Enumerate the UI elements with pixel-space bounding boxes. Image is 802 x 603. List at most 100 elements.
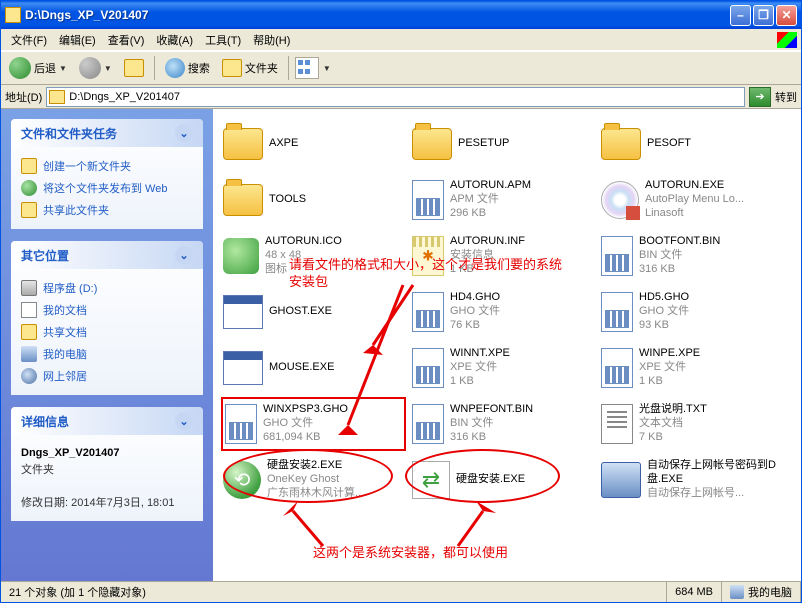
file-name: 自动保存上网帐号密码到D盘.EXE	[647, 459, 782, 487]
file-name: AUTORUN.EXE	[645, 179, 744, 193]
details-modified-label: 修改日期:	[21, 497, 68, 509]
file-item[interactable]: 自动保存上网帐号密码到D盘.EXE 自动保存上网帐号...	[599, 453, 784, 507]
search-button[interactable]: 搜索	[161, 56, 214, 80]
file-item[interactable]: HD5.GHO GHO 文件 93 KB	[599, 285, 784, 339]
file-item[interactable]: AUTORUN.INF 安装信息 1 KB	[410, 229, 595, 283]
sidebar-place-item[interactable]: 程序盘 (D:)	[21, 277, 193, 299]
chevron-down-icon[interactable]: ▼	[323, 64, 331, 73]
file-meta: 自动保存上网帐号...	[647, 487, 782, 501]
file-name: AUTORUN.ICO	[265, 235, 342, 249]
file-meta: 图标	[265, 263, 342, 277]
file-name: AXPE	[269, 137, 298, 151]
address-field[interactable]: D:\Dngs_XP_V201407	[46, 87, 745, 107]
menu-help[interactable]: 帮助(H)	[247, 30, 296, 50]
sidebar-place-item[interactable]: 我的电脑	[21, 343, 193, 365]
go-label[interactable]: 转到	[775, 89, 797, 105]
collapse-icon[interactable]: ⌄	[175, 124, 193, 142]
file-text: HD5.GHO GHO 文件 93 KB	[639, 291, 689, 332]
statusbar: 21 个对象 (加 1 个隐藏对象) 684 MB 我的电脑	[1, 581, 801, 602]
file-text: AUTORUN.APM APM 文件 296 KB	[450, 179, 531, 220]
file-item[interactable]: AUTORUN.ICO 48 x 48 图标	[221, 229, 406, 283]
file-item[interactable]: AXPE	[221, 117, 406, 171]
file-item[interactable]: WINXPSP3.GHO GHO 文件 681,094 KB	[221, 397, 406, 451]
titlebar[interactable]: D:\Dngs_XP_V201407 – ❐ ✕	[1, 1, 801, 29]
other-header[interactable]: 其它位置⌄	[11, 241, 203, 269]
file-item[interactable]: TOOLS	[221, 173, 406, 227]
file-icon	[223, 351, 263, 385]
close-button[interactable]: ✕	[776, 5, 797, 26]
file-item[interactable]: AUTORUN.APM APM 文件 296 KB	[410, 173, 595, 227]
file-name: AUTORUN.INF	[450, 235, 525, 249]
file-item[interactable]: PESOFT	[599, 117, 784, 171]
details-name: Dngs_XP_V201407	[21, 447, 119, 459]
file-item[interactable]: 光盘说明.TXT 文本文档 7 KB	[599, 397, 784, 451]
maximize-button[interactable]: ❐	[753, 5, 774, 26]
tasks-panel: 文件和文件夹任务⌄ 创建一个新文件夹将这个文件夹发布到 Web共享此文件夹	[11, 119, 203, 229]
file-meta: GHO 文件	[450, 305, 500, 319]
file-text: AXPE	[269, 137, 298, 151]
file-meta: 296 KB	[450, 207, 531, 221]
sidebar: 文件和文件夹任务⌄ 创建一个新文件夹将这个文件夹发布到 Web共享此文件夹 其它…	[1, 109, 213, 581]
file-text: WINXPSP3.GHO GHO 文件 681,094 KB	[263, 403, 348, 444]
file-icon	[601, 404, 633, 444]
details-body: Dngs_XP_V201407 文件夹 修改日期: 2014年7月3日, 18:…	[11, 435, 203, 521]
menu-tools[interactable]: 工具(T)	[199, 30, 247, 50]
file-item[interactable]: 硬盘安装2.EXE OneKey Ghost 广东雨林木风计算...	[221, 453, 406, 507]
file-icon	[412, 292, 444, 332]
file-meta: APM 文件	[450, 193, 531, 207]
file-item[interactable]: PESETUP	[410, 117, 595, 171]
menu-file[interactable]: 文件(F)	[5, 30, 53, 50]
details-modified: 2014年7月3日, 18:01	[71, 497, 174, 509]
file-icon	[412, 348, 444, 388]
up-button[interactable]	[120, 57, 148, 79]
file-name: 硬盘安装2.EXE	[267, 459, 364, 473]
view-mode-button[interactable]	[295, 57, 319, 79]
file-name: BOOTFONT.BIN	[639, 235, 720, 249]
file-name: WINPE.XPE	[639, 347, 700, 361]
file-item[interactable]: MOUSE.EXE	[221, 341, 406, 395]
file-meta: BIN 文件	[450, 417, 533, 431]
file-pane[interactable]: AXPE PESETUP PESOFT TOOLS AUTORUN.APM AP…	[213, 109, 801, 581]
sidebar-task-item[interactable]: 共享此文件夹	[21, 199, 193, 221]
collapse-icon[interactable]: ⌄	[175, 246, 193, 264]
folders-button[interactable]: 文件夹	[218, 57, 282, 79]
menu-view[interactable]: 查看(V)	[102, 30, 151, 50]
go-button[interactable]: ➔	[749, 87, 771, 107]
folder-icon	[21, 158, 37, 174]
minimize-button[interactable]: –	[730, 5, 751, 26]
file-item[interactable]: WINNT.XPE XPE 文件 1 KB	[410, 341, 595, 395]
file-item[interactable]: ⇄ 硬盘安装.EXE	[410, 453, 595, 507]
menu-edit[interactable]: 编辑(E)	[53, 30, 102, 50]
file-meta: AutoPlay Menu Lo...	[645, 193, 744, 207]
file-meta: OneKey Ghost	[267, 473, 364, 487]
file-item[interactable]: AUTORUN.EXE AutoPlay Menu Lo... Linasoft	[599, 173, 784, 227]
file-item[interactable]: BOOTFONT.BIN BIN 文件 316 KB	[599, 229, 784, 283]
chevron-down-icon: ▼	[59, 64, 67, 73]
file-item[interactable]: GHOST.EXE	[221, 285, 406, 339]
file-item[interactable]: HD4.GHO GHO 文件 76 KB	[410, 285, 595, 339]
other-places-panel: 其它位置⌄ 程序盘 (D:)我的文档共享文档我的电脑网上邻居	[11, 241, 203, 395]
details-header[interactable]: 详细信息⌄	[11, 407, 203, 435]
sidebar-place-item[interactable]: 网上邻居	[21, 365, 193, 387]
window-title: D:\Dngs_XP_V201407	[25, 8, 728, 22]
file-item[interactable]: WNPEFONT.BIN BIN 文件 316 KB	[410, 397, 595, 451]
file-meta: 316 KB	[450, 431, 533, 445]
sidebar-task-item[interactable]: 创建一个新文件夹	[21, 155, 193, 177]
sidebar-task-item[interactable]: 将这个文件夹发布到 Web	[21, 177, 193, 199]
file-item[interactable]: WINPE.XPE XPE 文件 1 KB	[599, 341, 784, 395]
forward-button[interactable]: ▼	[75, 55, 116, 81]
file-icon	[223, 461, 261, 499]
collapse-icon[interactable]: ⌄	[175, 412, 193, 430]
file-text: 自动保存上网帐号密码到D盘.EXE 自动保存上网帐号...	[647, 459, 782, 500]
menu-favorites[interactable]: 收藏(A)	[150, 30, 199, 50]
file-text: GHOST.EXE	[269, 305, 332, 319]
sidebar-place-item[interactable]: 我的文档	[21, 299, 193, 321]
sidebar-place-item[interactable]: 共享文档	[21, 321, 193, 343]
file-meta: 文本文档	[639, 417, 707, 431]
file-meta: 316 KB	[639, 263, 720, 277]
back-button[interactable]: 后退▼	[5, 55, 71, 81]
file-text: TOOLS	[269, 193, 306, 207]
file-meta: 安装信息	[450, 249, 525, 263]
pc-icon	[21, 346, 37, 362]
tasks-header[interactable]: 文件和文件夹任务⌄	[11, 119, 203, 147]
